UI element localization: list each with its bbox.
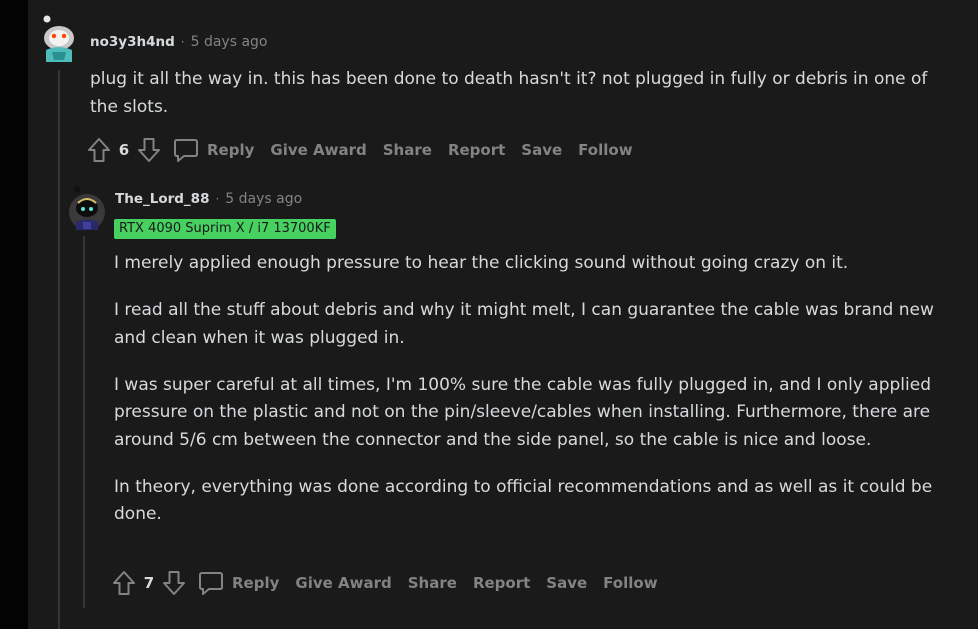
comment-paragraph: I was super careful at all times, I'm 10… [114,374,931,450]
author-link[interactable]: no3y3h4nd [90,34,175,50]
comment-paragraph: I merely applied enough pressure to hear… [114,253,849,273]
upvote-arrow-icon [113,571,135,595]
reply-button[interactable]: Reply [173,137,254,163]
author-link[interactable]: The_Lord_88 [115,191,209,207]
meta-separator: · [215,192,220,206]
comment-paragraph: I read all the stuff about debris and wh… [114,300,934,348]
user-flair: RTX 4090 Suprim X / i7 13700KF [114,219,336,239]
report-button[interactable]: Report [473,574,530,592]
vote-score: 6 [118,141,130,159]
reply-label: Reply [232,574,280,592]
save-button[interactable]: Save [546,574,587,592]
comment-bubble-icon [199,572,223,595]
upvote-button[interactable] [85,136,113,164]
comment-paragraph: In theory, everything was done according… [114,476,933,525]
comment-bubble-icon [174,139,198,162]
give-award-button[interactable]: Give Award [270,141,366,159]
follow-button[interactable]: Follow [603,574,657,592]
follow-button[interactable]: Follow [578,141,632,159]
snoo-avatar-icon [69,185,105,230]
avatar[interactable] [68,184,106,234]
comment-meta: The_Lord_88 · 5 days ago [115,191,302,207]
downvote-arrow-icon [138,138,160,162]
comment-meta: no3y3h4nd · 5 days ago [90,34,267,50]
comment-thread: no3y3h4nd · 5 days ago plug it all the w… [28,0,978,629]
comment-actions: 6 Reply Give Award Share Report Save Fol… [85,134,649,166]
reply-button[interactable]: Reply [198,570,279,596]
comment-body: plug it all the way in. this has been do… [90,66,930,121]
give-award-button[interactable]: Give Award [295,574,391,592]
timestamp[interactable]: 5 days ago [225,191,302,207]
meta-separator: · [180,35,185,49]
thread-line[interactable] [58,70,60,629]
downvote-button[interactable] [135,136,163,164]
vote-score: 7 [143,574,155,592]
avatar[interactable] [40,14,78,62]
save-button[interactable]: Save [521,141,562,159]
thread-line[interactable] [83,236,85,608]
report-button[interactable]: Report [448,141,505,159]
comment-body: I merely applied enough pressure to hear… [114,250,934,529]
snoo-avatar-icon [43,15,74,62]
reply-label: Reply [207,141,255,159]
share-button[interactable]: Share [408,574,457,592]
upvote-arrow-icon [88,138,110,162]
upvote-button[interactable] [110,569,138,597]
comment-paragraph: plug it all the way in. this has been do… [90,69,928,117]
downvote-arrow-icon [163,571,185,595]
downvote-button[interactable] [160,569,188,597]
comment-actions: 7 Reply Give Award Share Report Save Fol… [110,567,674,599]
share-button[interactable]: Share [383,141,432,159]
timestamp[interactable]: 5 days ago [191,34,268,50]
